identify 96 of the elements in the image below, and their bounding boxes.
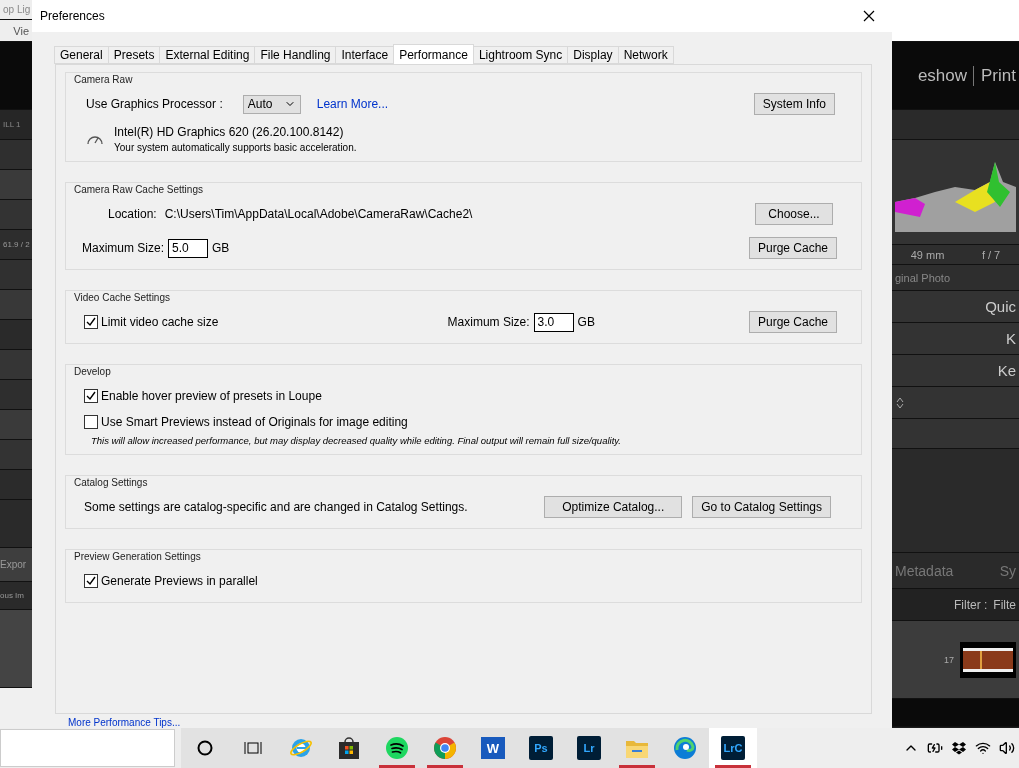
field-label: Maximum Size: (82, 241, 164, 255)
taskbar-button[interactable] (181, 728, 229, 768)
panel-row (0, 350, 32, 380)
panel-row (0, 290, 32, 320)
purge-cache-button[interactable]: Purge Cache (748, 237, 837, 259)
frame-number: 17 (944, 654, 954, 665)
limit-checkbox-label: Limit video cache size (101, 315, 219, 329)
circle-icon (197, 740, 213, 756)
panel-row (0, 410, 32, 440)
filter-dropdown[interactable]: Filte (993, 597, 1016, 612)
check-icon (86, 391, 96, 401)
panel-row (0, 170, 32, 200)
panel-title[interactable]: K (1006, 330, 1016, 347)
reading: 61.9 / 2 (3, 240, 30, 249)
checkbox[interactable] (84, 389, 98, 403)
cache-path: C:\Users\Tim\AppData\Local\Adobe\CameraRaw\Cache2\ (164, 207, 473, 221)
app-tile-icon: LrC (721, 736, 745, 760)
panel-title[interactable]: Ke (997, 362, 1016, 379)
tab[interactable]: Performance (393, 44, 474, 64)
search-field[interactable] (0, 729, 175, 767)
spinner-icon (895, 395, 905, 410)
focal-length: 49 mm (910, 248, 945, 261)
wifi-icon[interactable] (975, 740, 991, 756)
purge-cache-button[interactable]: Purge Cache (748, 311, 837, 333)
panel-title[interactable]: Quic (985, 298, 1016, 315)
size-input[interactable]: 3.0 (533, 312, 574, 332)
check-icon (86, 317, 96, 327)
tab[interactable]: Interface (335, 46, 395, 64)
gpu-status: Your system automatically supports basic acceleration. (114, 142, 357, 153)
field-label: Location: (108, 207, 157, 221)
check-icon (86, 576, 96, 586)
shopping-bag-icon (338, 736, 360, 760)
unit-label: GB (212, 241, 230, 255)
group-heading: Camera Raw Cache Settings (74, 184, 204, 195)
field-label: Maximum Size: (447, 315, 530, 329)
tab[interactable]: Lightroom Sync (472, 46, 569, 64)
panel-row (0, 440, 32, 470)
music-circle-icon (385, 736, 409, 760)
battery-icon[interactable] (927, 740, 943, 756)
window-title: Preferences (40, 9, 105, 23)
field-label: Use Graphics Processor : (86, 97, 223, 111)
tab[interactable]: External Editing (159, 46, 256, 64)
browser-ring-icon (433, 736, 457, 760)
swirl-icon (673, 736, 697, 760)
word-app-icon: W (481, 737, 505, 759)
catalog-description: Some settings are catalog-specific and are changed in Catalog Settings. (84, 500, 468, 514)
taskbar-button[interactable]: Ps (517, 728, 565, 768)
taskbar-button[interactable]: Lr (565, 728, 613, 768)
filmstrip-label: ous Im (0, 591, 24, 600)
group-heading: Preview Generation Settings (74, 551, 202, 562)
divider-icon (973, 65, 976, 86)
note-text: This will allow increased performance, but may display decreased quality while editing. Final output will remain full size/quality. (90, 435, 622, 446)
option-checkbox-label: Generate Previews in parallel (101, 574, 258, 588)
close-icon (863, 10, 875, 22)
option-checkbox-label: Use Smart Previews instead of Originals for image editing (101, 415, 408, 429)
panel-row (0, 320, 32, 350)
unit-label: GB (577, 315, 595, 329)
tab[interactable]: Network (617, 46, 674, 64)
panel-row (0, 380, 32, 410)
tab[interactable]: Display (567, 46, 619, 64)
tab[interactable]: File Handling (254, 46, 337, 64)
panel-header: ILL 1 (3, 120, 21, 129)
dropdown[interactable]: Auto (242, 94, 301, 114)
app-tile-icon: Lr (577, 736, 601, 760)
module-tab[interactable]: Print (981, 65, 1016, 86)
module-tab[interactable]: eshow (917, 65, 968, 86)
task-view-icon (244, 740, 262, 756)
aperture: f / 7 (981, 248, 1001, 261)
performance-tips-link[interactable]: More Performance Tips... (55, 714, 872, 728)
group-heading: Catalog Settings (74, 477, 149, 488)
dropbox-icon[interactable] (951, 741, 967, 755)
globe-e-icon (289, 736, 313, 760)
system-info-button[interactable]: System Info (753, 93, 835, 115)
tab[interactable]: Presets (107, 46, 161, 64)
taskbar-button[interactable]: LrC (709, 728, 757, 768)
photo-label: ginal Photo (895, 271, 951, 284)
group-heading: Camera Raw (74, 74, 134, 85)
tab[interactable]: General (54, 46, 109, 64)
app-tile-icon: Ps (529, 736, 553, 760)
panel-row (0, 470, 32, 500)
gpu-name: Intel(R) HD Graphics 620 (26.20.100.8142) (114, 125, 345, 139)
taskbar-button[interactable]: W (469, 728, 517, 768)
checkbox[interactable] (84, 574, 98, 588)
learn-more-link[interactable]: Learn More... (316, 97, 389, 111)
checkbox[interactable] (84, 415, 98, 429)
catalog-button[interactable]: Go to Catalog Settings (692, 496, 831, 518)
group-heading: Video Cache Settings (74, 292, 171, 303)
group-heading: Develop (74, 366, 112, 377)
speaker-icon[interactable] (999, 740, 1015, 756)
checkbox[interactable] (84, 315, 98, 329)
option-checkbox-label: Enable hover preview of presets in Loupe (101, 389, 322, 403)
app-title: op Lig (3, 4, 31, 15)
filter-label: Filter : (954, 597, 988, 612)
size-input[interactable]: 5.0 (168, 238, 208, 258)
choose-button[interactable]: Choose... (755, 203, 833, 225)
catalog-button[interactable]: Optimize Catalog... (544, 496, 683, 518)
